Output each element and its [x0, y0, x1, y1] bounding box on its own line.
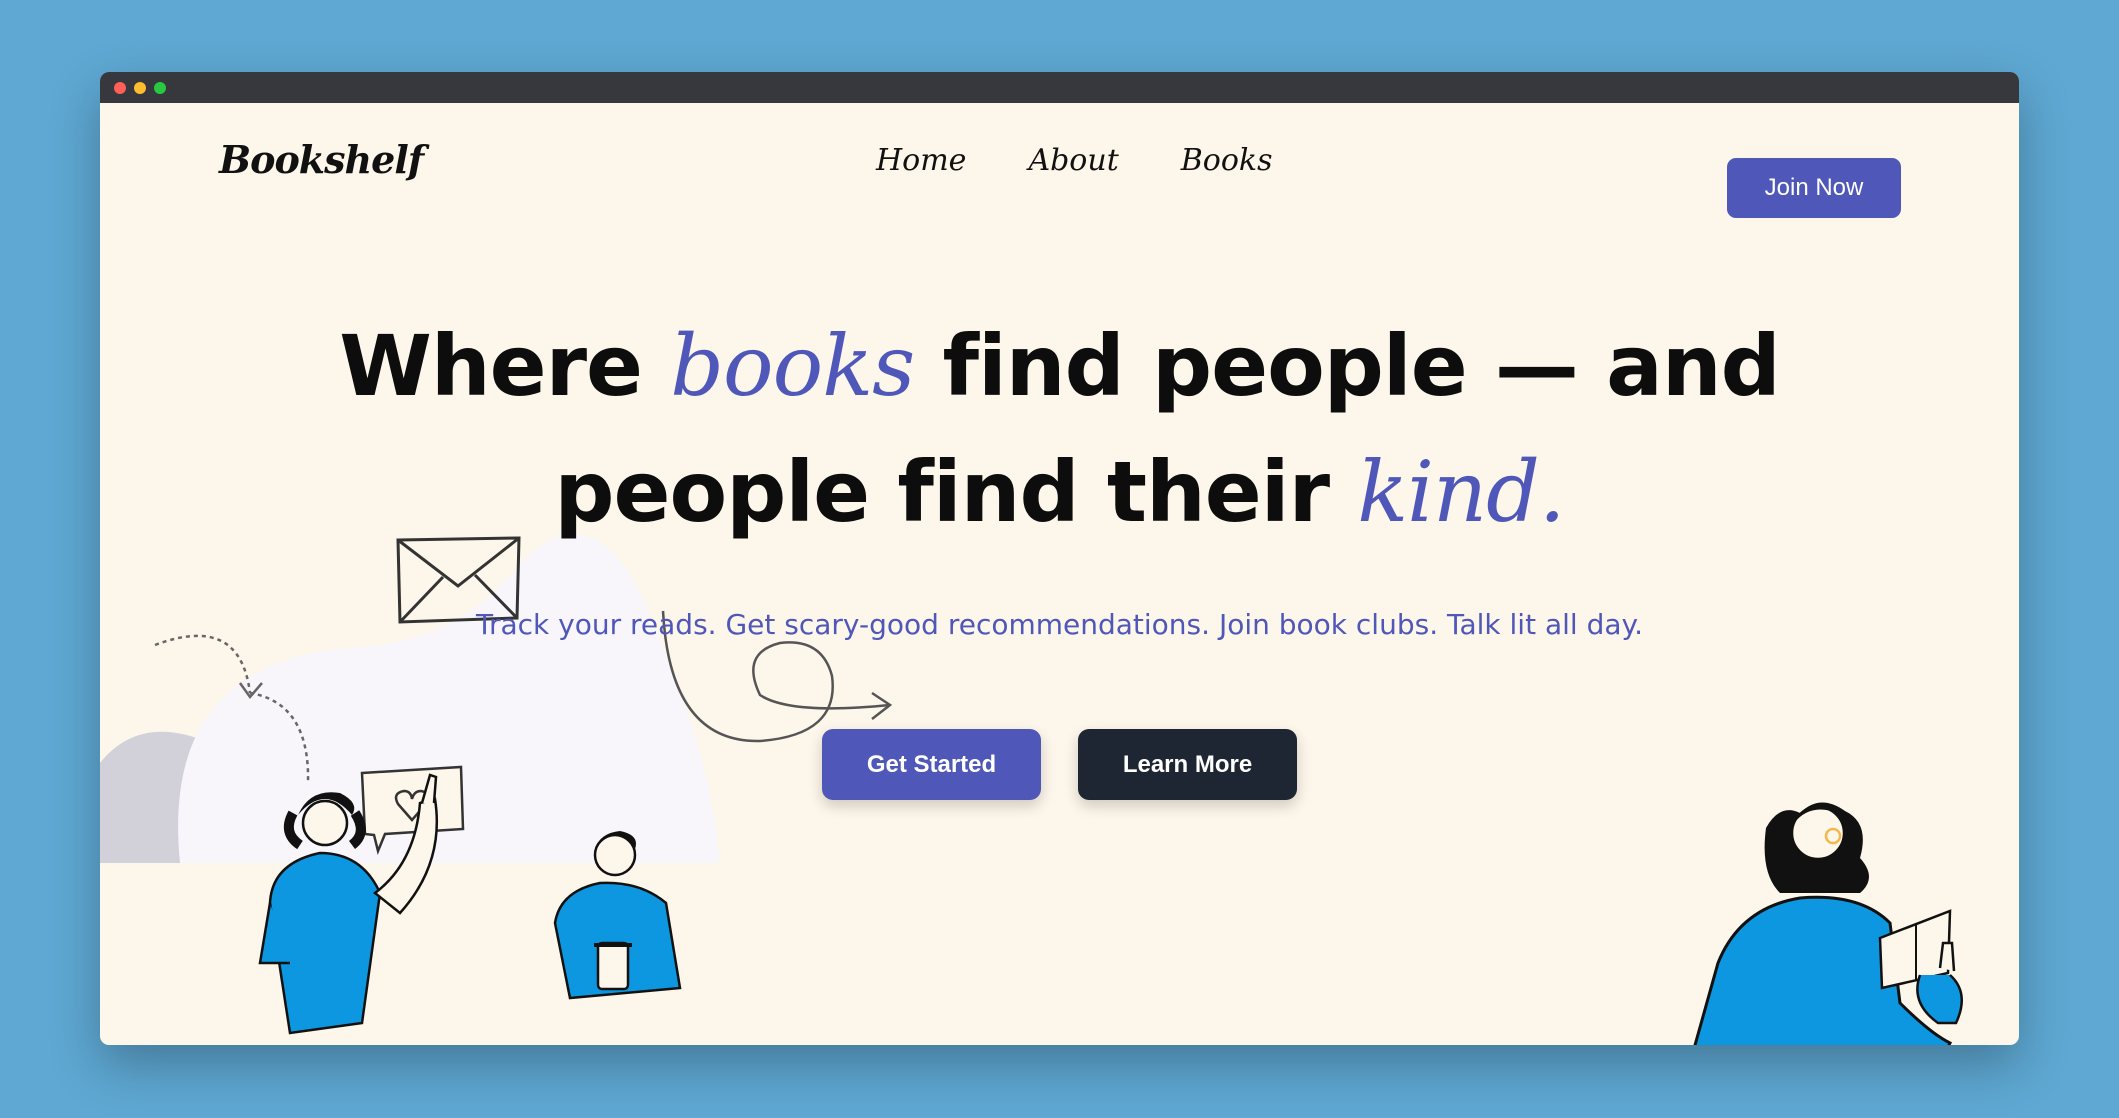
nav-books[interactable]: Books: [1181, 143, 1273, 178]
headline-line1-suffix: find people — and: [914, 317, 1780, 415]
headline-line1-prefix: Where: [339, 317, 671, 415]
page-content: Bookshelf Home About Books Join Now Wher…: [100, 103, 2019, 1045]
headline-accent-kind: kind.: [1357, 443, 1565, 541]
headline-line2-prefix: people find their: [554, 443, 1358, 541]
learn-more-button[interactable]: Learn More: [1078, 729, 1297, 800]
close-window-icon[interactable]: [114, 81, 126, 94]
hero-subtitle: Track your reads. Get scary-good recomme…: [476, 608, 1643, 641]
window-titlebar: [100, 72, 2019, 103]
join-now-button[interactable]: Join Now: [1727, 158, 1901, 218]
headline-accent-books: books: [670, 317, 915, 415]
nav-about[interactable]: About: [1028, 143, 1118, 178]
get-started-button[interactable]: Get Started: [822, 729, 1041, 800]
browser-window: Bookshelf Home About Books Join Now Wher…: [100, 72, 2019, 1045]
minimize-window-icon[interactable]: [134, 81, 146, 94]
reader-illustration: [1693, 802, 1963, 1045]
nav-home[interactable]: Home: [876, 143, 966, 178]
maximize-window-icon[interactable]: [154, 81, 166, 94]
bookshelf-logo[interactable]: Bookshelf: [219, 137, 424, 182]
hero-headline: Where books find people — and people fin…: [100, 303, 2019, 555]
main-nav: Home About Books: [876, 143, 1335, 178]
hero-illustrations: [100, 534, 1963, 1045]
